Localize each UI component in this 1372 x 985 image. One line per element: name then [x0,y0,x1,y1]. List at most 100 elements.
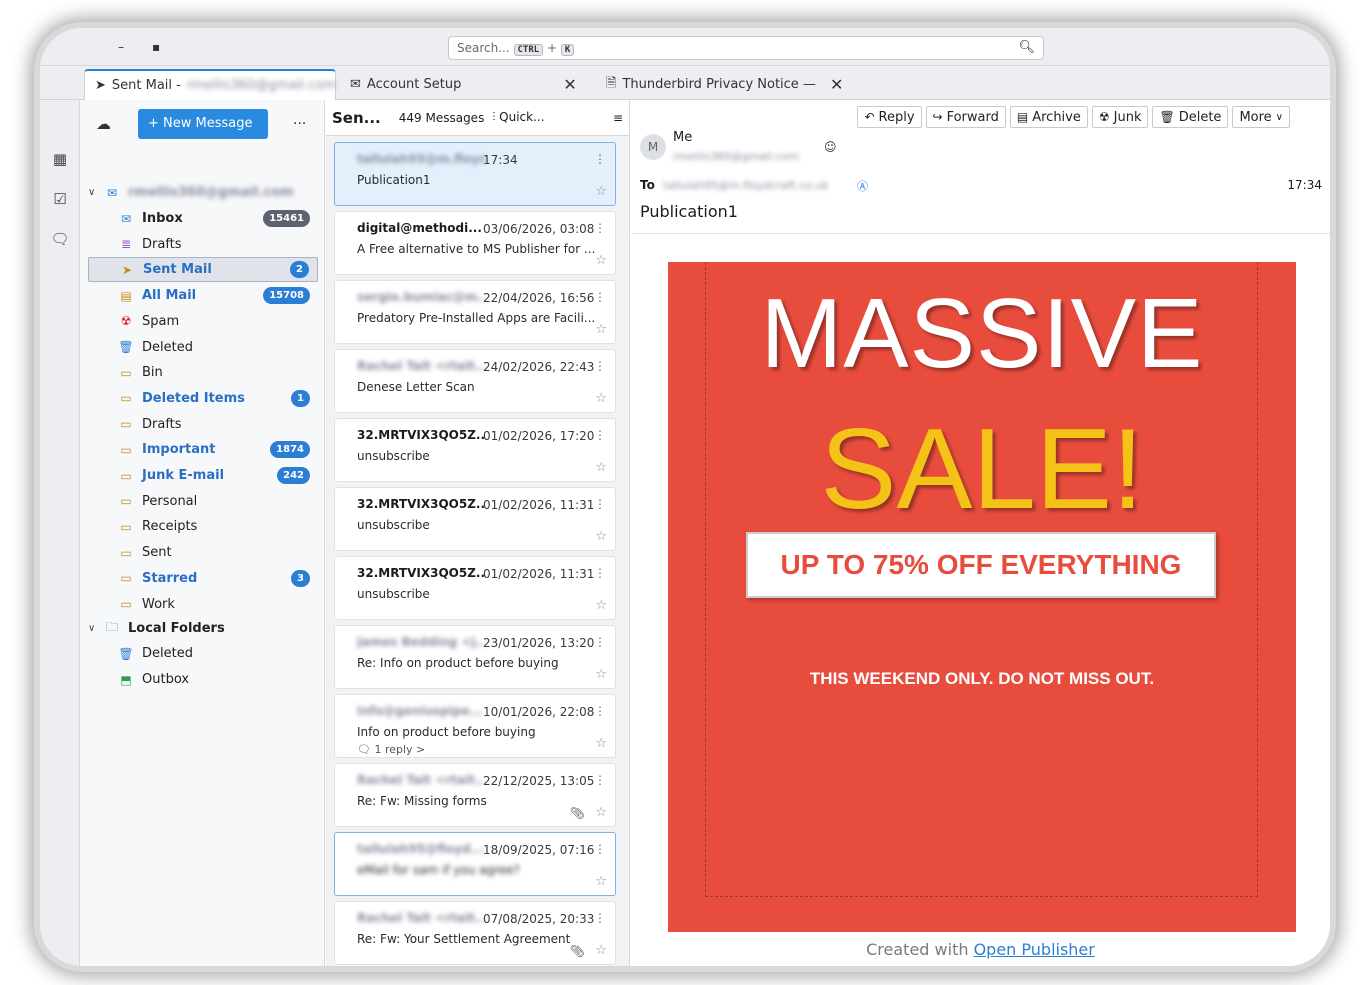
to-address[interactable]: tallulah95@m.floydcraft.co.uk [663,179,829,192]
folder-label: Junk E-mail [142,468,225,483]
message-card[interactable]: info@geniuspipe... 10/01/2026, 22:08 ⋮ Info… [334,694,616,758]
tab-privacy-notice[interactable]: 🗎 Thunderbird Privacy Notice — ✕ [596,69,853,100]
minimize-icon[interactable]: – [118,40,124,54]
thread-replies-link[interactable]: 🗨︎ 1 reply > [357,743,425,756]
unread-badge: 15461 [263,210,310,227]
folder-pane: ☁ + New Message ... ∨ ✉ rmellis360@gmail… [80,100,325,966]
folder-bin[interactable]: ▭ Bin [88,360,318,385]
unread-badge: 1 [291,389,310,407]
folder-drafts[interactable]: ≣ Drafts [88,232,318,257]
new-message-button[interactable]: + New Message [138,109,268,139]
spaces-toolbar: ▦ ☑ 🗨 [40,100,80,966]
more-options-icon[interactable]: ⋮ [594,566,606,580]
get-messages-icon[interactable]: ☁ [96,115,111,133]
tasks-icon[interactable]: ☑ [50,190,70,210]
reply-button[interactable]: ↶ Reply [857,106,922,128]
folder-spam[interactable]: ☢ Spam [88,309,318,334]
chevron-down-icon[interactable]: ∨ [88,187,98,198]
message-card[interactable]: 32.MRTVIX3QO5Z... 01/02/2026, 11:31 ⋮ unsub… [334,487,616,551]
folder-personal[interactable]: ▭ Personal [88,489,318,514]
more-options-icon[interactable]: ⋮ [594,911,606,925]
folder-inbox[interactable]: ✉ Inbox 15461 [88,206,318,231]
message-card[interactable]: sergio.bumiac@m... 22/04/2026, 16:56 ⋮ Pred… [334,280,616,344]
close-icon[interactable]: ✕ [830,75,843,94]
to-label: To [640,178,655,192]
message-list-pane: Sen... 449 Messages ⫶ Quick... ≡ tallula… [326,100,630,966]
folder-work[interactable]: ▭ Work [88,592,318,617]
message-card[interactable]: 32.MRTVIX3QO5Z... 01/02/2026, 17:20 ⋮ unsub… [334,418,616,482]
message-card[interactable]: Rachel Tait <rtait... 22/12/2025, 13:05 ⋮ R… [334,763,616,827]
archive-button[interactable]: ▤ Archive [1009,106,1088,128]
folder-drafts[interactable]: ▭ Drafts [88,412,318,437]
search-icon[interactable]: 🔍︎ [1018,40,1035,55]
more-options-icon[interactable]: ⋮ [594,221,606,235]
message-card[interactable]: Rachel Tait <rtait... 24/02/2026, 22:43 ⋮ D… [334,349,616,413]
message-card[interactable]: digital@methodi... 03/06/2026, 03:08 ⋮ A Fr… [334,211,616,275]
forward-button[interactable]: ↪ Forward [925,106,1006,128]
trash-icon: 🗑︎ [118,340,134,354]
star-icon[interactable]: ☆ [595,253,607,268]
sent-icon: ➤ [121,262,133,277]
folder-all-mail[interactable]: ▤ All Mail 15708 [88,283,318,308]
delete-icon: 🗑︎ [1159,110,1175,124]
folder-label: Deleted [142,646,193,661]
more-options-icon[interactable]: ⋮ [594,359,606,373]
junk-button[interactable]: ☢ Junk [1091,106,1149,128]
tab-sent-mail[interactable]: ➤ Sent Mail - rmellis360@gmail.com [84,69,336,100]
star-icon[interactable]: ☆ [595,460,607,475]
star-icon[interactable]: ☆ [595,184,607,199]
message-card[interactable]: Rachel Tait <rtait... 07/08/2025, 20:33 ⋮ R… [334,901,616,965]
close-icon[interactable]: ✕ [563,75,576,94]
star-icon[interactable]: ☆ [595,322,607,337]
open-publisher-link[interactable]: Open Publisher [974,940,1095,959]
folder-deleted[interactable]: 🗑︎ Deleted [88,335,318,360]
folder-important[interactable]: ▭ Important 1874 [88,437,318,462]
message-card[interactable]: James Bedding <j... 23/01/2026, 13:20 ⋮ Re:… [334,625,616,689]
more-options-icon[interactable]: ⋮ [594,428,606,442]
more-options-icon[interactable]: ⋮ [594,497,606,511]
more-options-icon[interactable]: ⋮ [594,635,606,649]
folder-deleted-items[interactable]: ▭ Deleted Items 1 [88,386,318,411]
star-icon[interactable]: ☆ [595,874,607,889]
chevron-down-icon[interactable]: ∨ [88,623,98,634]
delete-button[interactable]: 🗑︎ Delete [1152,106,1229,128]
global-search-input[interactable]: Search... CTRL + K 🔍︎ [448,36,1044,60]
more-options-icon[interactable]: ⋮ [594,842,606,856]
more-button[interactable]: More ∨ [1232,106,1290,128]
account-row[interactable]: ∨ ✉ rmellis360@gmail.com [88,180,318,205]
folder-starred[interactable]: ▭ Starred 3 [88,566,318,591]
folder-receipts[interactable]: ▭ Receipts [88,514,318,539]
local-folder-outbox[interactable]: ⬒ Outbox [88,667,318,692]
star-icon[interactable]: ☆ [595,598,607,613]
contact-icon[interactable]: Ⓐ [857,178,868,194]
chat-icon[interactable]: 🗨 [50,230,70,250]
more-options-icon[interactable]: ⋮ [594,290,606,304]
address-book-icon[interactable]: ☺ [824,140,837,154]
more-options-icon[interactable]: ⋮ [594,704,606,718]
folder-sent[interactable]: ▭ Sent [88,540,318,565]
star-icon[interactable]: ☆ [595,391,607,406]
folder-junk-e-mail[interactable]: ▭ Junk E-mail 242 [88,463,318,488]
message-card[interactable]: tallulah95@m.floydcraft.co.uk17:34 ⋮ Publi… [334,142,616,206]
local-folder-deleted[interactable]: 🗑︎ Deleted [88,641,318,666]
quick-filter-button[interactable]: ⫶ Quick... [492,110,544,125]
star-icon[interactable]: ☆ [595,943,607,958]
more-options-icon[interactable]: ⋮ [594,773,606,787]
message-card[interactable]: tallulah95@floyd... 18/09/2025, 07:16 ⋮ eMa… [334,832,616,896]
more-options-icon[interactable]: ⋮ [594,152,606,166]
local-folders-row[interactable]: ∨ 🗀 Local Folders [88,616,318,641]
calendar-icon[interactable]: ▦ [50,150,70,170]
message-card[interactable]: 32.MRTVIX3QO5Z... 01/02/2026, 11:31 ⋮ unsub… [334,556,616,620]
star-icon[interactable]: ☆ [595,736,607,751]
list-options-icon[interactable]: ≡ [613,111,623,125]
maximize-icon[interactable]: ▪ [152,40,160,54]
folder-sent-mail[interactable]: ➤ Sent Mail 2 [88,257,318,283]
folder-icon: ▭ [120,468,132,483]
star-icon[interactable]: ☆ [595,667,607,682]
folder-pane-menu-button[interactable]: ... [293,112,306,128]
star-icon[interactable]: ☆ [595,529,607,544]
sale-flyer: MASSIVE SALE! UP TO 75% OFF EVERYTHING T… [668,262,1296,932]
inbox-icon: ✉ [120,211,132,226]
tab-account-setup[interactable]: ✉ Account Setup ✕ [340,69,587,100]
star-icon[interactable]: ☆ [595,805,607,820]
